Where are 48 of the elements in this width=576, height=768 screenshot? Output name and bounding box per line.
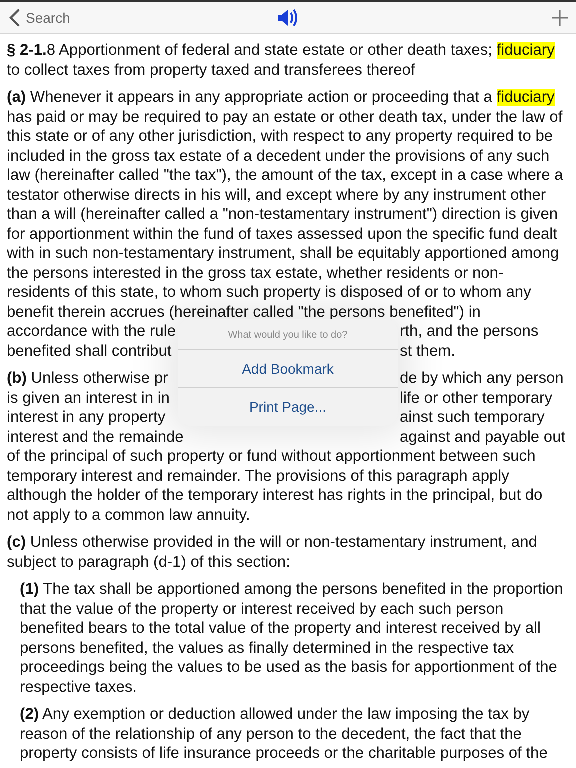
text-line: reason of the relationship of any person to the decedent, the fact that the — [20, 724, 522, 744]
text-fragment: de by which any person — [400, 369, 564, 388]
text-line: although the holder of the temporary interest has rights in the principal, but do — [7, 486, 543, 506]
text-line: the persons interested in the gross tax estate, whether residents or non- — [7, 264, 504, 283]
action-sheet-title: What would you like to do? — [178, 319, 398, 350]
text-line: this state or of any other jurisdiction, with respect to any property required to be — [7, 127, 554, 146]
text-line: temporary interest and remainder. The provisions of this paragraph apply — [7, 466, 510, 486]
text-fragment: life or other temporary — [400, 388, 553, 408]
text-fragment: interest and the remainde — [7, 428, 184, 447]
speaker-icon[interactable] — [277, 8, 299, 28]
text-line: than a will (hereinafter called a "non-testamentary instrument") direction is given — [7, 205, 558, 224]
text-line: has paid or may be required to pay an estate or other death tax, under the law of — [7, 108, 563, 127]
text-fragment: is given an interest in in — [7, 388, 170, 408]
text-line: (c) Unless otherwise provided in the will or non-testamentary instrument, and — [7, 533, 538, 552]
text-line: (2) Any exemption or deduction allowed under the law imposing the tax by — [20, 705, 530, 724]
text-line: proceedings being the values to be used as the basis for apportionment of the — [20, 658, 558, 678]
text-line: to collect taxes from property taxed and transferees thereof — [7, 60, 416, 80]
text-line: benefit therein accrues (hereinafter called "the persons benefited") in — [7, 302, 481, 322]
text-line: subject to paragraph (d-1) of this section: — [7, 552, 290, 572]
text-line: with in such non-testamentary instrument, shall be equitably apportioned among — [7, 244, 560, 264]
text-line: of the principal of such property or fund without apportionment between such — [7, 447, 536, 466]
text-fragment: (b) Unless otherwise pr — [7, 369, 168, 388]
back-link[interactable]: Search — [9, 8, 70, 26]
text-line: § 2-1.8 Apportionment of federal and state estate or other death taxes; fiduciary — [7, 41, 555, 60]
text-fragment: against and payable out — [400, 428, 566, 447]
add-icon[interactable] — [552, 10, 568, 26]
text-line: for apportionment within the fund of taxes assessed upon the specific fund dealt — [7, 224, 558, 244]
text-line: residents of this state, to whom such property is disposed of or to whom any — [7, 283, 532, 302]
text-line: (1) The tax shall be apportioned among the persons benefited in the proportion — [20, 580, 564, 600]
text-line: (a) Whenever it appears in any appropriate action or proceeding that a fiduciary — [7, 88, 555, 108]
text-line: persons benefited, the values as finally determined in the respective tax — [20, 638, 514, 658]
text-line: that the value of the property or interest received by each such person — [20, 600, 504, 619]
text-fragment: ainst such temporary — [400, 408, 545, 428]
action-button[interactable]: Print Page... — [178, 388, 398, 426]
text-fragment: accordance with the rule — [7, 322, 176, 342]
text-line: testator otherwise directs in his will, and except where by any instrument other — [7, 186, 546, 205]
text-line: not apply to a common law annuity. — [7, 506, 250, 525]
text-fragment: st them. — [400, 342, 456, 361]
chevron-left-icon — [9, 8, 20, 26]
text-fragment: benefited shall contribut — [7, 342, 172, 361]
text-fragment: interest in any property — [7, 408, 166, 428]
text-line: included in the gross tax estate of a decedent under the provisions of any such — [7, 146, 550, 166]
text-fragment: rth, and the persons — [400, 322, 539, 342]
text-line: benefited bears to the total value of the property and interest received by all — [20, 619, 541, 638]
text-line: respective taxes. — [20, 678, 138, 697]
action-button[interactable]: Add Bookmark — [178, 350, 398, 388]
text-line: law (hereinafter called "the tax"), the amount of the tax, except in a case where a — [7, 166, 564, 186]
text-line: property consists of life insurance proceeds or the charitable purposes of the — [20, 744, 548, 764]
